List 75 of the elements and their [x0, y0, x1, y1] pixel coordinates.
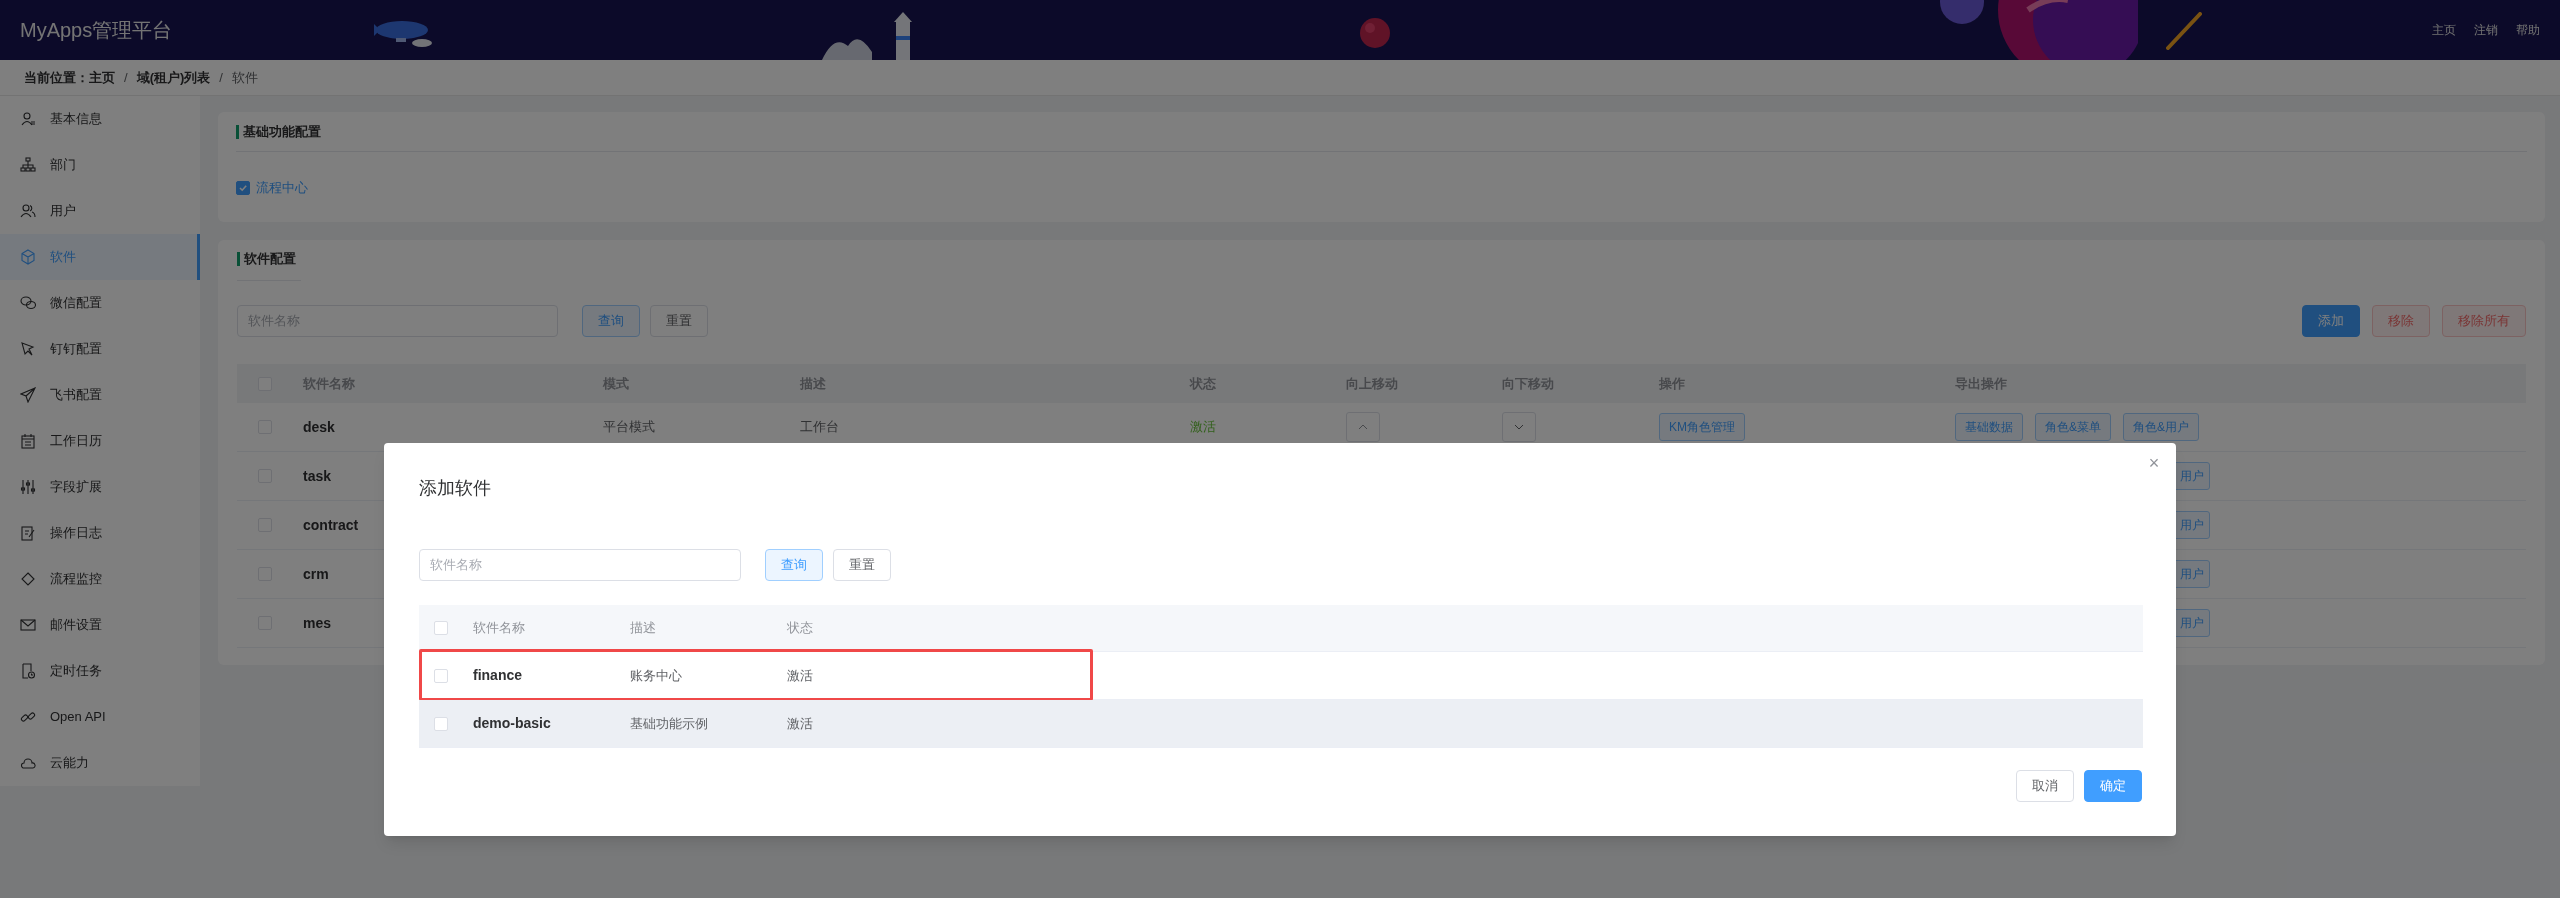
table-cell: 激活	[787, 667, 813, 683]
breadcrumb-link[interactable]: 域(租户)列表	[136, 67, 211, 88]
nav-link[interactable]: 注销	[2474, 21, 2498, 39]
table-cell-text: contract	[303, 515, 359, 535]
section-title: 软件配置	[237, 252, 296, 266]
dialog-title: 添加软件	[419, 477, 492, 500]
table-row[interactable]: finance 账务中心 激活	[419, 652, 2143, 700]
chevron-down-icon	[1514, 424, 1524, 430]
confirm-button[interactable]: 确定	[2084, 770, 2142, 802]
table-cell-text: desk	[303, 417, 335, 437]
diamond-icon	[20, 571, 36, 587]
planet-drawing	[1358, 16, 1392, 50]
move-up-button[interactable]	[1346, 412, 1380, 442]
sidebar-item[interactable]: 飞书配置	[0, 372, 200, 418]
sidebar-item[interactable]: 钉钉配置	[0, 326, 200, 372]
sidebar-item[interactable]: 云能力	[0, 740, 200, 786]
close-button[interactable]: ×	[2144, 453, 2164, 473]
users-icon	[20, 203, 36, 219]
breadcrumb-link[interactable]: 主页	[89, 67, 115, 88]
notebook-edit-icon	[20, 525, 36, 541]
status-text: 激活	[1190, 418, 1216, 437]
breadcrumb-separator: /	[219, 68, 223, 87]
section-title: 基础功能配置	[236, 124, 321, 139]
nav-link[interactable]: 主页	[2432, 21, 2456, 39]
sidebar-item[interactable]: 操作日志	[0, 510, 200, 556]
chevron-up-icon	[1358, 424, 1368, 430]
breadcrumb-separator: /	[124, 68, 128, 87]
table-cell-text: mes	[303, 613, 332, 633]
reset-button[interactable]: 重置	[650, 305, 708, 337]
cloud-icon	[20, 755, 36, 771]
sidebar-item[interactable]: Open API	[0, 694, 200, 740]
sidebar-item[interactable]: 工作日历	[0, 418, 200, 464]
table-cell-text: 工作台	[800, 418, 839, 437]
search-field[interactable]: 软件名称	[419, 549, 741, 581]
table-row[interactable]: demo-basic 基础功能示例 激活	[419, 700, 2143, 748]
column-header: 状态	[787, 620, 813, 636]
table-cell-text: crm	[303, 564, 329, 584]
breadcrumb-link[interactable]: 软件	[231, 67, 258, 88]
sidebar-item[interactable]: 用户	[0, 188, 200, 234]
calendar-icon	[20, 433, 36, 449]
action-button[interactable]: 添加	[2302, 305, 2360, 337]
sidebar-item[interactable]: 流程监控	[0, 556, 200, 602]
table-cell-text: 平台模式	[603, 418, 655, 437]
column-header: 软件名称	[473, 620, 525, 636]
sidebar-item[interactable]: 基本信息	[0, 96, 200, 142]
table-cell: 账务中心	[630, 667, 682, 683]
hierarchy-icon	[20, 157, 36, 173]
table-cell-text: task	[303, 466, 332, 486]
checkbox[interactable]	[236, 180, 250, 195]
sidebar-item[interactable]: 邮件设置	[0, 602, 200, 648]
breadcrumb-label: 当前位置：	[24, 68, 89, 87]
sliders-icon	[20, 479, 36, 495]
search-button[interactable]: 查询	[765, 549, 823, 581]
reset-button[interactable]: 重置	[833, 549, 891, 581]
clock-document-icon	[20, 663, 36, 679]
cube-icon	[20, 249, 36, 265]
sidebar-item[interactable]: 定时任务	[0, 648, 200, 694]
check-icon	[238, 182, 248, 193]
nav-link[interactable]: 帮助	[2516, 21, 2540, 39]
sidebar-item[interactable]: 部门	[0, 142, 200, 188]
table-cell: 基础功能示例	[630, 715, 708, 731]
table-cell: finance	[473, 667, 522, 683]
envelope-icon	[20, 617, 36, 633]
link-icon	[20, 709, 36, 725]
person-icon	[20, 111, 36, 127]
paper-plane-icon	[20, 387, 36, 403]
move-down-button[interactable]	[1502, 412, 1536, 442]
cancel-button[interactable]: 取消	[2016, 770, 2074, 802]
column-header: 描述	[630, 620, 656, 636]
app-title: MyApps管理平台	[20, 18, 173, 43]
sidebar-item[interactable]: 微信配置	[0, 280, 200, 326]
table-cell: 激活	[787, 715, 813, 731]
table-cell: demo-basic	[473, 715, 551, 731]
chat-icon	[20, 295, 36, 311]
sidebar-item[interactable]: 字段扩展	[0, 464, 200, 510]
